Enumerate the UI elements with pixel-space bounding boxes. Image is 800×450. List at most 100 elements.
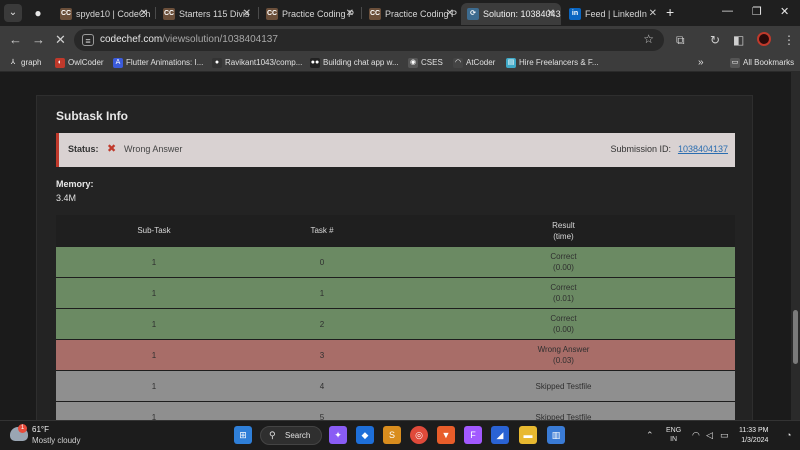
close-tab-icon[interactable]: ✕	[346, 3, 354, 25]
brave-app-icon[interactable]: ▼	[437, 426, 455, 444]
forward-arrow-icon[interactable]: →	[32, 32, 45, 48]
bookmark-graph[interactable]: ⅄ graph	[8, 54, 41, 72]
result-cell: Correct (0.01)	[550, 283, 577, 303]
profile-avatar[interactable]	[757, 32, 771, 46]
bookmarks-overflow-button[interactable]: »	[698, 54, 704, 72]
bookmarks-bar: ⅄ graph ◐ OwlCoder A Flutter Animations: I.…	[0, 54, 800, 72]
figma-app-icon[interactable]: F	[464, 426, 482, 444]
copilot-app-icon[interactable]: ✦	[329, 426, 347, 444]
task-cell: 0	[319, 257, 325, 267]
codechef-favicon-icon: CC	[266, 8, 278, 20]
back-arrow-icon[interactable]: ←	[9, 32, 22, 48]
chrome-app-icon[interactable]: ◎	[410, 426, 428, 444]
close-tab-icon[interactable]: ✕	[140, 3, 148, 25]
bookmark-star-icon[interactable]: ☆	[643, 32, 654, 46]
hidden-icons-chevron-icon[interactable]: ⌃	[646, 430, 654, 441]
notification-badge: 1	[18, 424, 27, 433]
restore-icon[interactable]: ❐	[752, 5, 762, 18]
all-bookmarks-button[interactable]: ▭ All Bookmarks	[730, 54, 794, 72]
volume-icon[interactable]: ◁	[706, 430, 713, 441]
subtask-cell: 1	[151, 288, 157, 298]
wifi-icon[interactable]: ◠	[692, 430, 700, 441]
minimize-icon[interactable]: —	[722, 5, 733, 17]
linkedin-favicon-icon: in	[569, 8, 581, 20]
browser-tab-3[interactable]: CC Practice Coding P ✕	[260, 3, 360, 25]
bookmark-chat-app[interactable]: ●● Building chat app w...	[310, 54, 399, 72]
header-task: Task #	[310, 226, 334, 235]
memory-label: Memory:	[56, 179, 94, 189]
search-label: Search	[285, 431, 311, 440]
result-cell: Skipped Testfile	[535, 381, 592, 391]
close-tab-icon[interactable]: ✕	[243, 3, 251, 25]
notifications-bell-icon[interactable]: ◔	[786, 430, 791, 440]
battery-icon[interactable]: ▭	[720, 430, 729, 441]
task-cell: 5	[319, 412, 325, 421]
vscode-app-icon[interactable]: ◆	[356, 426, 374, 444]
subtask-cell: 1	[151, 319, 157, 329]
status-banner: Status: ✖ Wrong Answer Submission ID: 10…	[56, 133, 735, 167]
bookmark-cses[interactable]: ◉ CSES	[408, 54, 443, 72]
tab-label: Feed | LinkedIn	[585, 9, 647, 19]
browser-tab-6[interactable]: in Feed | LinkedIn ✕	[563, 3, 663, 25]
page-scrollbar[interactable]	[791, 72, 800, 420]
browser-tab-2[interactable]: CC Starters 115 Divis ✕	[157, 3, 257, 25]
site-info-icon[interactable]: ≡	[82, 34, 94, 46]
bookmark-github-repo[interactable]: ● Ravikant1043/comp...	[212, 54, 302, 72]
tab-label: Starters 115 Divis	[179, 9, 250, 19]
result-cell: Correct (0.00)	[550, 314, 577, 334]
taskbar-search[interactable]: ⚲ Search	[260, 426, 322, 445]
feedback-app-icon[interactable]: ◢	[491, 426, 509, 444]
bookmark-atcoder[interactable]: ◠ AtCoder	[453, 54, 495, 72]
bookmark-flutter-animations[interactable]: A Flutter Animations: I...	[113, 54, 203, 72]
system-clock[interactable]: 11:33 PM 1/3/2024	[739, 426, 768, 446]
weather-temperature[interactable]: 61°F	[32, 425, 49, 434]
bookmark-owlcoder[interactable]: ◐ OwlCoder	[55, 54, 104, 72]
submission-id-label: Submission ID:	[610, 144, 671, 154]
close-window-icon[interactable]: ✕	[780, 5, 789, 18]
table-row: 1 3 Wrong Answer (0.03)	[56, 339, 735, 370]
submission-id-link[interactable]: 1038404137	[678, 144, 728, 154]
url-text[interactable]: codechef.com/viewsolution/1038404137	[100, 29, 278, 51]
file-explorer-icon[interactable]: ▬	[519, 426, 537, 444]
stop-loading-icon[interactable]: ✕	[55, 32, 66, 48]
browser-tab-active[interactable]: ⟳ Solution: 10384043 ✕	[461, 3, 561, 25]
table-row: 1 4 Skipped Testfile	[56, 370, 735, 401]
subtask-cell: 1	[151, 257, 157, 267]
side-panel-icon[interactable]: ◧	[733, 32, 744, 48]
status-label: Status:	[68, 144, 99, 154]
language-indicator[interactable]: ENG IN	[666, 426, 681, 444]
browser-tab-4[interactable]: CC Practice Coding P ✕	[363, 3, 460, 25]
sync-icon[interactable]: ↻	[710, 32, 720, 48]
table-header: Sub-Task Task # Result (time)	[56, 215, 735, 246]
memory-value: 3.4M	[56, 193, 77, 203]
extensions-icon[interactable]: ⧉	[676, 32, 685, 48]
freelancer-icon: ▤	[506, 58, 516, 68]
owlcoder-icon: ◐	[55, 58, 65, 68]
results-table: Sub-Task Task # Result (time) 1 0 Correc…	[56, 215, 735, 420]
header-result: Result (time)	[552, 220, 575, 241]
github-pinned-tab[interactable]: ●	[28, 4, 48, 22]
address-bar[interactable]: ≡ codechef.com/viewsolution/1038404137 ☆	[74, 29, 664, 51]
weather-description[interactable]: Mostly cloudy	[32, 436, 80, 445]
close-tab-icon[interactable]: ✕	[446, 3, 454, 25]
close-tab-icon[interactable]: ✕	[649, 3, 657, 25]
close-tab-icon[interactable]: ✕	[547, 3, 555, 25]
browser-tab-1[interactable]: CC spyde10 | CodeCh ✕	[54, 3, 154, 25]
task-cell: 1	[319, 288, 325, 298]
start-menu-icon[interactable]: ⊞	[234, 426, 252, 444]
sublime-app-icon[interactable]: S	[383, 426, 401, 444]
new-tab-button[interactable]: +	[666, 4, 674, 20]
task-cell: 2	[319, 319, 325, 329]
subtask-cell: 1	[151, 350, 157, 360]
tab-label: Practice Coding P	[282, 9, 355, 19]
bookmark-freelancers[interactable]: ▤ Hire Freelancers & F...	[506, 54, 599, 72]
codechef-favicon-icon: CC	[369, 8, 381, 20]
flutter-icon: A	[113, 58, 123, 68]
table-row: 1 1 Correct (0.01)	[56, 277, 735, 308]
tab-search-button[interactable]: ⌄	[4, 4, 22, 22]
atcoder-icon: ◠	[453, 58, 463, 68]
browser-menu-icon[interactable]: ⋮	[783, 32, 795, 48]
scrollbar-thumb[interactable]	[793, 310, 798, 364]
task-cell: 4	[319, 381, 325, 391]
store-app-icon[interactable]: ▥	[547, 426, 565, 444]
